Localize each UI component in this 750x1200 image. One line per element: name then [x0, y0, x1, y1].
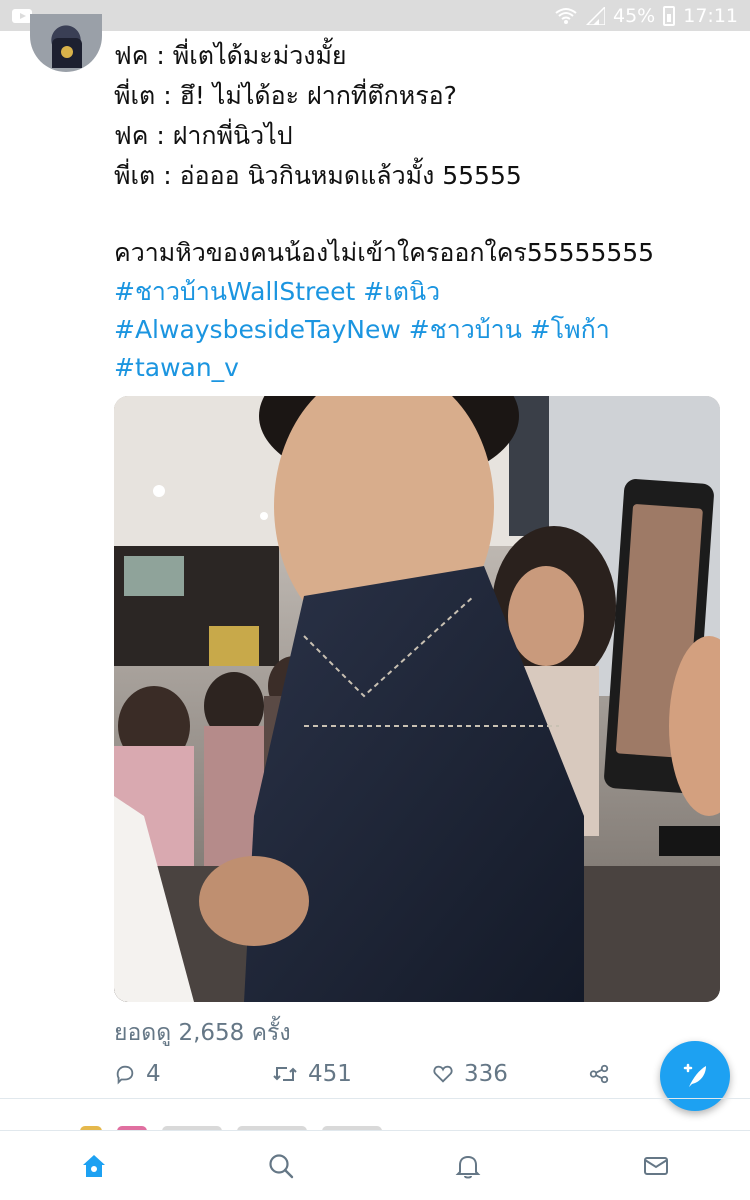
status-bar: 45% 17:11 [0, 0, 750, 31]
hashtag-link[interactable]: #AlwaysbesideTayNew [114, 315, 401, 344]
tweet-actions: 4 451 336 [114, 1056, 634, 1092]
envelope-icon [644, 1157, 668, 1175]
hashtag-list: #ชาวบ้านWallStreet #เตนิว #AlwaysbesideT… [114, 273, 734, 387]
like-button[interactable]: 336 [432, 1056, 508, 1092]
tweet-line: พี่เต : ฮึ! ไม่ได้อะ ฝากที่ตึกหรอ? [114, 81, 457, 110]
youtube-notification-icon [12, 8, 32, 23]
tweet-line: ฟค : พี่เตได้มะม่วงมั้ย [114, 41, 347, 70]
reply-count: 4 [146, 1061, 161, 1087]
nav-search[interactable] [266, 1151, 296, 1181]
compose-tweet-button[interactable] [660, 1041, 730, 1111]
bottom-nav [0, 1130, 750, 1200]
wifi-icon [555, 7, 577, 24]
signal-icon [585, 6, 605, 25]
nav-notifications[interactable] [453, 1151, 483, 1181]
compose-tweet-icon [683, 1063, 706, 1087]
hashtag-link[interactable]: #ชาวบ้าน [409, 315, 522, 344]
nav-messages[interactable] [641, 1151, 671, 1181]
retweet-button[interactable]: 451 [272, 1056, 352, 1092]
share-button[interactable] [588, 1056, 610, 1092]
retweet-icon [273, 1067, 297, 1081]
tweet-line: ความหิวของคนน้องไม่เข้าใครออกใคร55555555 [114, 238, 655, 267]
reply-icon [116, 1065, 134, 1085]
status-time: 17:11 [683, 4, 738, 27]
reply-button[interactable]: 4 [114, 1056, 161, 1092]
tweet-line: ฟค : ฝากพี่นิวไป [114, 121, 293, 150]
tweet-line: พี่เต : อ่อออ นิวกินหมดแล้วมั้ง 55555 [114, 161, 522, 190]
avatar[interactable] [30, 14, 102, 72]
bell-icon [455, 1155, 481, 1179]
like-count: 336 [464, 1061, 508, 1087]
hashtag-link[interactable]: #ชาวบ้านWallStreet [114, 277, 355, 306]
hashtag-link[interactable]: #เตนิว [363, 277, 440, 306]
nav-home[interactable] [79, 1151, 109, 1181]
media-image [114, 396, 720, 1002]
view-count: ยอดดู 2,658 ครั้ง [114, 1020, 291, 1046]
battery-percent: 45% [613, 4, 656, 27]
search-icon [269, 1154, 294, 1179]
hashtag-link[interactable]: #tawan_v [114, 353, 239, 382]
share-icon [589, 1064, 609, 1084]
home-icon [83, 1155, 105, 1177]
heart-icon [433, 1065, 453, 1083]
tweet-media-video[interactable] [114, 396, 720, 1002]
retweet-count: 451 [308, 1061, 352, 1087]
hashtag-link[interactable]: #โพก้า [530, 315, 610, 344]
tweet-text: ฟค : พี่เตได้มะม่วงมั้ย พี่เต : ฮึ! ไม่ไ… [114, 36, 734, 273]
battery-icon [663, 5, 676, 26]
tweet-divider [0, 1098, 750, 1099]
